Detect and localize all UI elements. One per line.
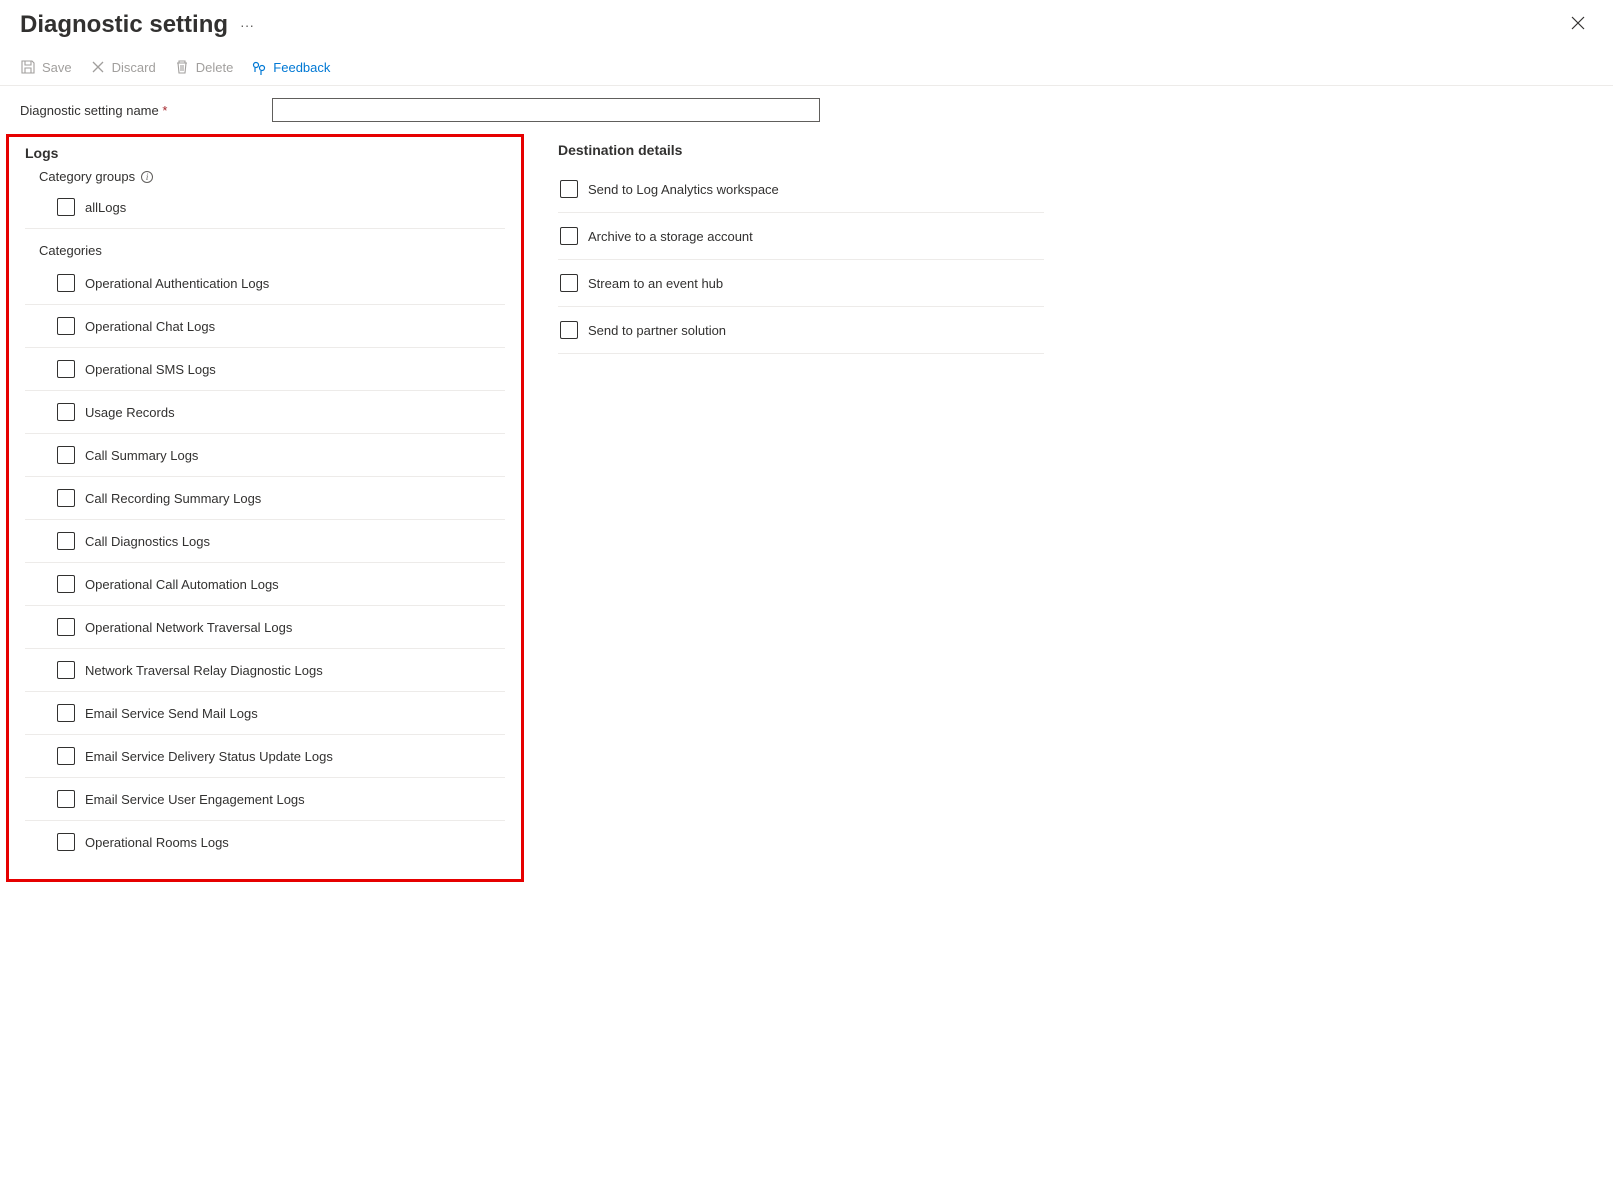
destination-checkbox[interactable] xyxy=(560,274,578,292)
category-row: Email Service User Engagement Logs xyxy=(25,778,505,821)
alllogs-checkbox[interactable] xyxy=(57,198,75,216)
category-label: Call Recording Summary Logs xyxy=(85,491,261,506)
destination-row: Send to partner solution xyxy=(558,307,1044,354)
category-row: Email Service Send Mail Logs xyxy=(25,692,505,735)
category-checkbox[interactable] xyxy=(57,446,75,464)
discard-button[interactable]: Discard xyxy=(90,59,156,75)
destination-panel: Destination details Send to Log Analytic… xyxy=(544,134,1613,882)
category-groups-label: Category groups i xyxy=(39,169,505,184)
category-label: Operational Authentication Logs xyxy=(85,276,269,291)
toolbar: Save Discard Delete Feedback xyxy=(0,47,1613,86)
category-checkbox[interactable] xyxy=(57,833,75,851)
diagnostic-setting-name-input[interactable] xyxy=(272,98,820,122)
delete-label: Delete xyxy=(196,60,234,75)
categories-list: Operational Authentication Logs Operation… xyxy=(25,262,505,863)
categories-label: Categories xyxy=(39,243,505,258)
category-checkbox[interactable] xyxy=(57,360,75,378)
destination-checkbox[interactable] xyxy=(560,321,578,339)
more-menu-button[interactable]: ··· xyxy=(240,17,254,33)
category-row: Call Summary Logs xyxy=(25,434,505,477)
category-row: Call Recording Summary Logs xyxy=(25,477,505,520)
category-checkbox[interactable] xyxy=(57,532,75,550)
category-row: Email Service Delivery Status Update Log… xyxy=(25,735,505,778)
destination-checkbox[interactable] xyxy=(560,227,578,245)
info-icon[interactable]: i xyxy=(141,171,153,183)
destination-label: Send to partner solution xyxy=(588,323,726,338)
required-indicator: * xyxy=(162,103,167,118)
logs-panel: Logs Category groups i allLogs Categorie… xyxy=(6,134,524,882)
discard-label: Discard xyxy=(112,60,156,75)
category-row: Operational Chat Logs xyxy=(25,305,505,348)
content-columns: Logs Category groups i allLogs Categorie… xyxy=(0,134,1613,882)
destination-label: Stream to an event hub xyxy=(588,276,723,291)
category-checkbox[interactable] xyxy=(57,575,75,593)
category-label: Operational Rooms Logs xyxy=(85,835,229,850)
feedback-icon xyxy=(251,59,267,75)
alllogs-row: allLogs xyxy=(25,190,505,229)
category-checkbox[interactable] xyxy=(57,274,75,292)
category-checkbox[interactable] xyxy=(57,489,75,507)
save-label: Save xyxy=(42,60,72,75)
category-label: Operational Call Automation Logs xyxy=(85,577,279,592)
category-checkbox[interactable] xyxy=(57,747,75,765)
discard-icon xyxy=(90,59,106,75)
header-left: Diagnostic setting ··· xyxy=(20,11,254,39)
category-checkbox[interactable] xyxy=(57,618,75,636)
delete-icon xyxy=(174,59,190,75)
destination-label: Archive to a storage account xyxy=(588,229,753,244)
category-label: Email Service Send Mail Logs xyxy=(85,706,258,721)
category-checkbox[interactable] xyxy=(57,790,75,808)
category-label: Operational Network Traversal Logs xyxy=(85,620,292,635)
destination-row: Send to Log Analytics workspace xyxy=(558,166,1044,213)
page-title: Diagnostic setting xyxy=(20,11,228,39)
category-label: Network Traversal Relay Diagnostic Logs xyxy=(85,663,323,678)
logs-title: Logs xyxy=(25,145,505,161)
close-icon xyxy=(1571,16,1585,30)
category-label: Call Diagnostics Logs xyxy=(85,534,210,549)
category-label: Usage Records xyxy=(85,405,175,420)
category-checkbox[interactable] xyxy=(57,403,75,421)
destination-title: Destination details xyxy=(558,142,1593,158)
feedback-label: Feedback xyxy=(273,60,330,75)
page-header: Diagnostic setting ··· xyxy=(0,0,1613,47)
destination-checkbox[interactable] xyxy=(560,180,578,198)
category-row: Operational Authentication Logs xyxy=(25,262,505,305)
category-label: Operational Chat Logs xyxy=(85,319,215,334)
category-label: Email Service User Engagement Logs xyxy=(85,792,305,807)
category-row: Operational Call Automation Logs xyxy=(25,563,505,606)
alllogs-label: allLogs xyxy=(85,200,126,215)
destination-row: Stream to an event hub xyxy=(558,260,1044,307)
category-checkbox[interactable] xyxy=(57,704,75,722)
destination-list: Send to Log Analytics workspace Archive t… xyxy=(558,166,1593,354)
save-button[interactable]: Save xyxy=(20,59,72,75)
category-row: Call Diagnostics Logs xyxy=(25,520,505,563)
category-checkbox[interactable] xyxy=(57,317,75,335)
category-row: Network Traversal Relay Diagnostic Logs xyxy=(25,649,505,692)
name-field-label: Diagnostic setting name * xyxy=(20,103,260,118)
feedback-button[interactable]: Feedback xyxy=(251,59,330,75)
category-row: Usage Records xyxy=(25,391,505,434)
category-label: Operational SMS Logs xyxy=(85,362,216,377)
category-row: Operational SMS Logs xyxy=(25,348,505,391)
delete-button[interactable]: Delete xyxy=(174,59,234,75)
category-label: Email Service Delivery Status Update Log… xyxy=(85,749,333,764)
close-button[interactable] xyxy=(1563,10,1593,39)
destination-label: Send to Log Analytics workspace xyxy=(588,182,779,197)
name-field-row: Diagnostic setting name * xyxy=(0,86,1613,134)
category-checkbox[interactable] xyxy=(57,661,75,679)
destination-row: Archive to a storage account xyxy=(558,213,1044,260)
category-row: Operational Network Traversal Logs xyxy=(25,606,505,649)
save-icon xyxy=(20,59,36,75)
category-row: Operational Rooms Logs xyxy=(25,821,505,863)
category-label: Call Summary Logs xyxy=(85,448,198,463)
